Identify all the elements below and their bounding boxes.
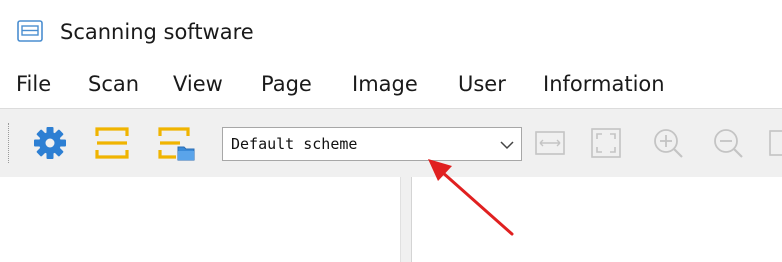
- scan-area-icon: [92, 123, 132, 163]
- window-title: Scanning software: [60, 20, 254, 44]
- scan-to-folder-icon: [156, 123, 196, 163]
- scan-button[interactable]: [92, 123, 132, 163]
- menu-image[interactable]: Image: [352, 70, 418, 98]
- fit-width-button[interactable]: [530, 123, 570, 163]
- fit-page-button[interactable]: [586, 123, 626, 163]
- menu-user[interactable]: User: [458, 70, 506, 98]
- menu-file[interactable]: File: [16, 70, 51, 98]
- next-toolbar-button[interactable]: [764, 123, 782, 163]
- zoom-out-icon: [708, 123, 748, 163]
- pane-splitter[interactable]: [400, 177, 412, 262]
- page-icon: [764, 123, 782, 163]
- scanner-app-icon: [16, 18, 44, 44]
- toolbar: Default scheme: [0, 108, 782, 178]
- menu-view[interactable]: View: [173, 70, 223, 98]
- zoom-in-button[interactable]: [648, 123, 688, 163]
- menu-information[interactable]: Information: [543, 70, 665, 98]
- menu-bar: File Scan View Page Image User Informati…: [0, 66, 782, 102]
- toolbar-grip[interactable]: [8, 123, 13, 163]
- gear-icon: [30, 123, 70, 163]
- scheme-select[interactable]: Default scheme: [222, 127, 522, 161]
- scheme-select-value: Default scheme: [231, 135, 358, 153]
- preview-pane[interactable]: [412, 177, 782, 262]
- title-bar: Scanning software: [0, 0, 782, 60]
- chevron-down-icon[interactable]: [499, 137, 515, 151]
- zoom-out-button[interactable]: [708, 123, 748, 163]
- fit-width-icon: [530, 123, 570, 163]
- content-area: [0, 177, 782, 262]
- thumbnail-pane[interactable]: [0, 177, 400, 262]
- zoom-in-icon: [648, 123, 688, 163]
- fit-page-icon: [586, 123, 626, 163]
- settings-button[interactable]: [30, 123, 70, 163]
- menu-scan[interactable]: Scan: [88, 70, 139, 98]
- menu-page[interactable]: Page: [261, 70, 312, 98]
- scan-to-folder-button[interactable]: [156, 123, 196, 163]
- scanning-software-window: Scanning software File Scan View Page Im…: [0, 0, 782, 262]
